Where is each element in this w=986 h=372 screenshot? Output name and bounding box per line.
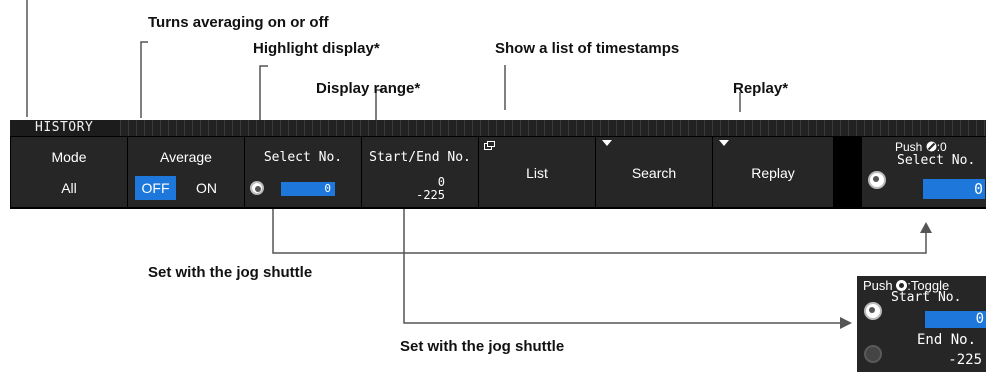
history-grid-strip — [120, 120, 986, 136]
jog2-connector — [403, 196, 842, 324]
submenu-triangle-icon — [602, 140, 612, 146]
average-off-option[interactable]: OFF — [135, 176, 176, 200]
callout-averaging: Turns averaging on or off — [148, 14, 329, 31]
select-panel-label: Select No. — [897, 153, 976, 168]
mode-softkey[interactable]: Mode All — [11, 137, 127, 207]
end-value: -225 — [416, 188, 445, 202]
average-on-option[interactable]: ON — [186, 176, 227, 200]
jog-shuttle-icon — [864, 302, 882, 320]
window-icon — [484, 141, 495, 150]
search-softkey[interactable]: Search — [596, 137, 712, 207]
highlight-callout-line — [259, 65, 268, 120]
callout-jog2: Set with the jog shuttle — [400, 338, 565, 355]
start-no-label: Start No. — [891, 290, 962, 305]
start-end-toggle-panel[interactable]: Push :Toggle Start No. 0 End No. -225 — [857, 276, 986, 372]
reset-icon — [926, 141, 937, 152]
start-value: 0 — [437, 175, 445, 189]
callout-timestamps: Show a list of timestamps — [495, 40, 680, 57]
jog1-arrowhead — [920, 222, 932, 233]
replay-softkey[interactable]: Replay — [713, 137, 833, 207]
search-label: Search — [631, 165, 677, 181]
replay-label: Replay — [751, 165, 795, 181]
history-tab: HISTORY — [10, 120, 120, 136]
jog-shuttle-icon — [868, 171, 886, 189]
start-no-value[interactable]: 0 — [925, 311, 986, 328]
callout-jog1: Set with the jog shuttle — [148, 264, 313, 281]
select-no-panel[interactable]: Push :0 Select No. 0 — [862, 137, 986, 207]
mode-value: All — [61, 180, 77, 196]
end-no-value: -225 — [948, 352, 982, 368]
list-label: List — [526, 165, 548, 181]
select-no-label: Select No. — [263, 150, 343, 165]
end-no-label: End No. — [917, 332, 977, 348]
average-label: Average — [160, 149, 212, 165]
jog-shuttle-inactive-icon — [864, 345, 882, 363]
callout-highlight: Highlight display* — [253, 40, 380, 57]
select-no-value[interactable]: 0 — [281, 182, 335, 196]
select-no-softkey[interactable]: Select No. 0 — [245, 137, 361, 207]
average-callout-line — [140, 41, 148, 118]
select-panel-value[interactable]: 0 — [923, 179, 985, 199]
jog2-arrowhead — [840, 317, 852, 329]
push-hint: Push :0 — [895, 140, 947, 154]
callout-replay: Replay* — [733, 80, 789, 97]
start-end-softkey[interactable]: Start/End No. 0 -225 — [362, 137, 478, 207]
callout-display-range: Display range* — [316, 80, 421, 97]
start-end-label: Start/End No. — [369, 150, 471, 165]
submenu-triangle-icon — [719, 140, 729, 146]
mode-label: Mode — [51, 149, 87, 165]
jog-shuttle-icon — [250, 181, 264, 195]
list-softkey[interactable]: List — [479, 137, 595, 207]
average-softkey[interactable]: Average OFF ON — [128, 137, 244, 207]
